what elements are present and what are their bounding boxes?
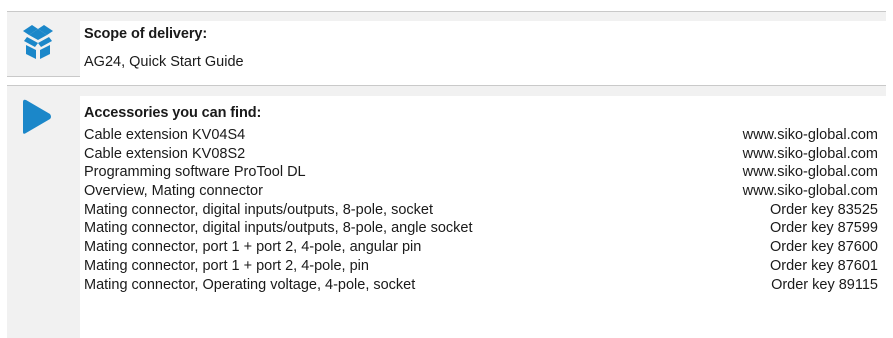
accessories-section: Accessories you can find: Cable extensio… bbox=[7, 85, 886, 338]
accessory-order-key: Order key 87599 bbox=[769, 220, 878, 237]
list-item: Overview, Mating connector www.siko-globa… bbox=[84, 182, 878, 201]
accessories-list: Cable extension KV04S4 www.siko-global.co… bbox=[84, 126, 878, 294]
accessory-order-key: Order key 89115 bbox=[771, 276, 878, 293]
scope-of-delivery-text: AG24, Quick Start Guide bbox=[84, 54, 244, 70]
accessory-website-link[interactable]: www.siko-global.com bbox=[743, 145, 878, 164]
accessory-order-key: Order key 83525 bbox=[769, 201, 878, 218]
arrow-right-icon bbox=[23, 99, 51, 134]
accessory-description: Programming software ProTool DL bbox=[84, 164, 306, 181]
accessory-order-key: Order key 87600 bbox=[769, 239, 878, 256]
scope-of-delivery-heading: Scope of delivery: bbox=[84, 26, 208, 42]
accessories-content: Accessories you can find: Cable extensio… bbox=[80, 96, 886, 338]
accessory-website-link[interactable]: www.siko-global.com bbox=[743, 126, 878, 145]
accessory-website-link[interactable]: www.siko-global.com bbox=[743, 163, 878, 182]
list-item: Mating connector, port 1 + port 2, 4-pol… bbox=[84, 238, 878, 257]
accessory-description: Mating connector, digital inputs/outputs… bbox=[84, 220, 473, 237]
scope-of-delivery-section: Scope of delivery: AG24, Quick Start Gui… bbox=[7, 11, 886, 77]
list-item: Mating connector, digital inputs/outputs… bbox=[84, 201, 878, 220]
list-item: Mating connector, digital inputs/outputs… bbox=[84, 219, 878, 238]
accessory-description: Mating connector, port 1 + port 2, 4-pol… bbox=[84, 257, 369, 274]
accessory-description: Mating connector, port 1 + port 2, 4-pol… bbox=[84, 239, 422, 256]
accessories-heading: Accessories you can find: bbox=[84, 105, 262, 121]
accessory-website-link[interactable]: www.siko-global.com bbox=[743, 182, 878, 201]
accessory-description: Overview, Mating connector bbox=[84, 183, 263, 200]
accessory-order-key: Order key 87601 bbox=[769, 257, 878, 274]
accessory-description: Mating connector, digital inputs/outputs… bbox=[84, 201, 434, 218]
accessory-description: Cable extension KV04S4 bbox=[84, 127, 246, 143]
list-item: Cable extension KV04S4 www.siko-global.co… bbox=[84, 126, 878, 145]
list-item: Cable extension KV08S2 www.siko-global.co… bbox=[84, 145, 878, 164]
list-item: Programming software ProTool DL www.siko-… bbox=[84, 163, 878, 182]
list-item: Mating connector, Operating voltage, 4-p… bbox=[84, 276, 878, 295]
accessory-description: Cable extension KV08S2 bbox=[84, 145, 246, 162]
list-item: Mating connector, port 1 + port 2, 4-pol… bbox=[84, 257, 878, 276]
box-icon bbox=[23, 25, 53, 59]
scope-of-delivery-content: Scope of delivery: AG24, Quick Start Gui… bbox=[80, 21, 886, 77]
accessory-description: Mating connector, Operating voltage, 4-p… bbox=[84, 276, 416, 293]
